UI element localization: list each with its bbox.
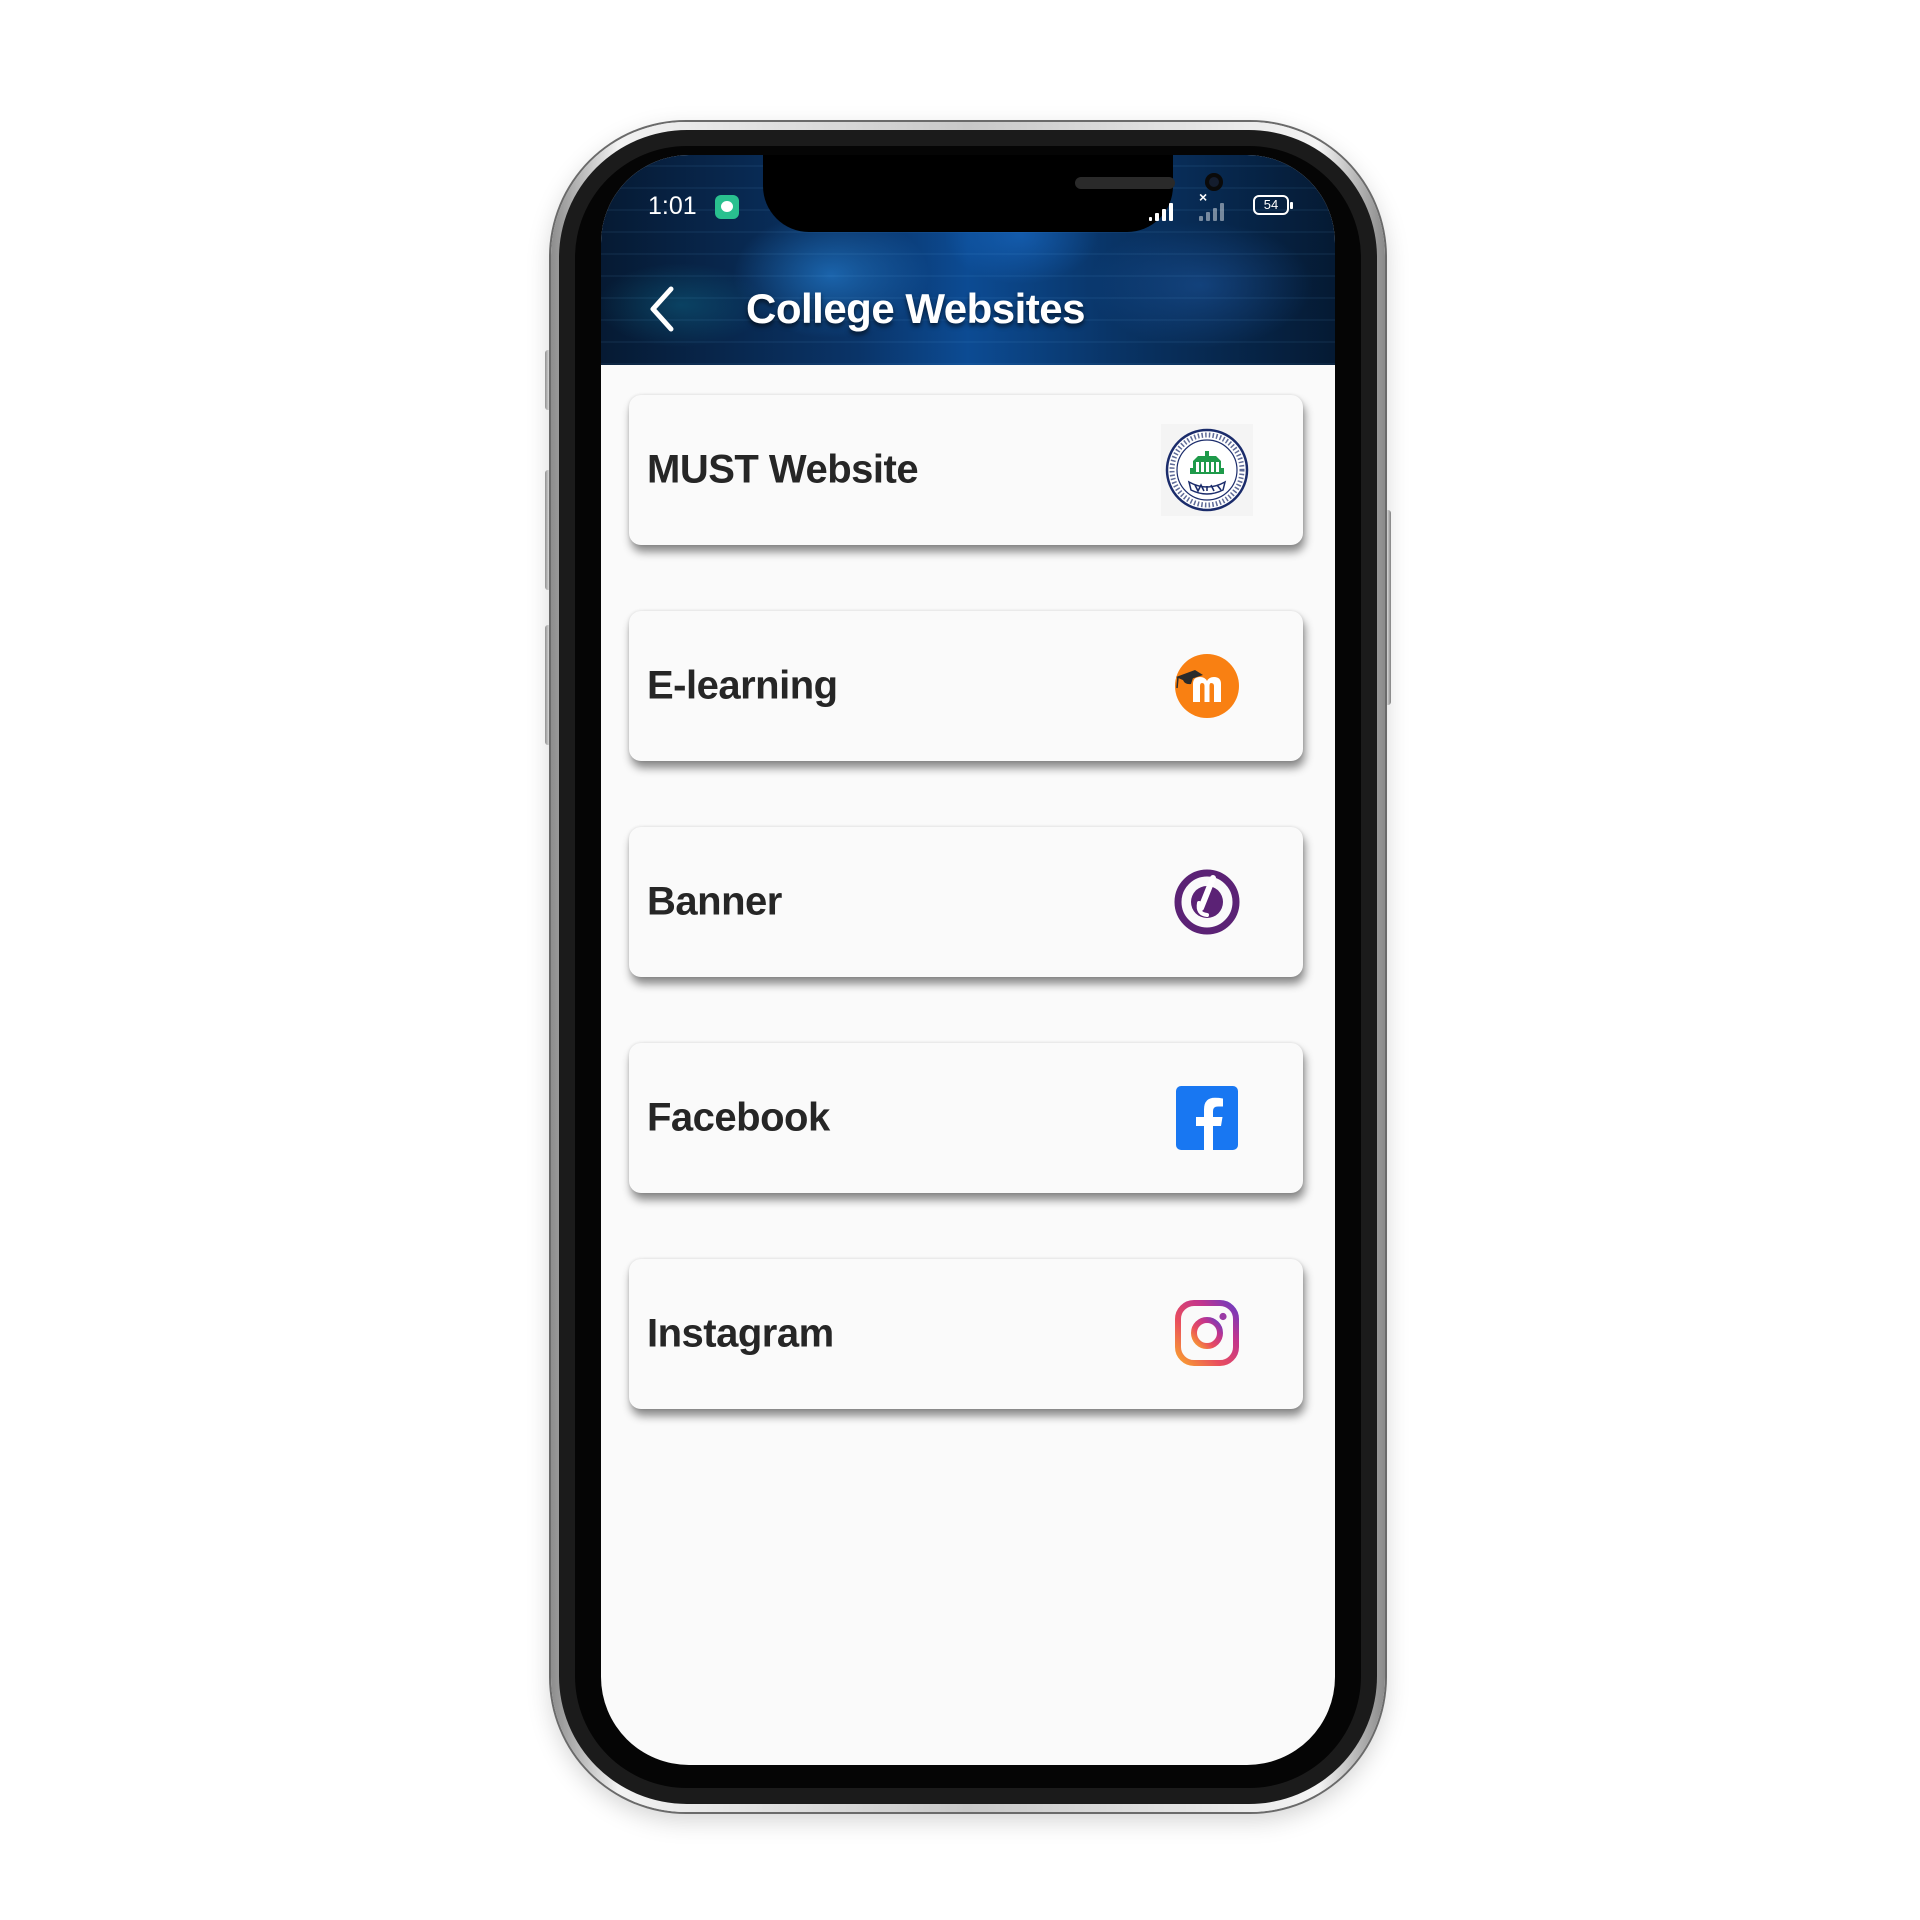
- earpiece-speaker: [1075, 177, 1175, 189]
- instagram-icon: [1175, 1300, 1239, 1366]
- back-button[interactable]: [641, 279, 685, 339]
- ellucian-banner-icon: [1174, 869, 1240, 935]
- battery-icon: 54: [1253, 195, 1293, 215]
- card-label: Instagram: [647, 1311, 834, 1356]
- card-label: MUST Website: [647, 447, 919, 492]
- card-label: Banner: [647, 879, 782, 924]
- status-time: 1:01: [648, 192, 697, 220]
- signal-icon: [1149, 203, 1173, 221]
- must-logo-icon: [1161, 424, 1253, 516]
- app-header: 1:01 × 54 College Websites: [601, 155, 1335, 365]
- card-label: Facebook: [647, 1095, 830, 1140]
- link-list: MUST Website E-learning Banner Facebook …: [629, 395, 1303, 1475]
- notch: [763, 155, 1223, 232]
- signal-2-icon: [1199, 203, 1224, 221]
- facebook-icon: [1176, 1086, 1238, 1150]
- stage: 1:01 × 54 College Websites MUST Website …: [0, 0, 1920, 1920]
- must-website-card[interactable]: MUST Website: [629, 395, 1303, 545]
- banner-card[interactable]: Banner: [629, 827, 1303, 977]
- e-learning-card[interactable]: E-learning: [629, 611, 1303, 761]
- chevron-left-icon: [650, 286, 674, 332]
- card-label: E-learning: [647, 663, 838, 708]
- status-indicators: × 54: [1149, 189, 1293, 221]
- moodle-icon: [1175, 654, 1239, 718]
- facebook-card[interactable]: Facebook: [629, 1043, 1303, 1193]
- page-title: College Websites: [746, 285, 1086, 332]
- phone-screen: 1:01 × 54 College Websites MUST Website …: [601, 155, 1335, 1765]
- instagram-card[interactable]: Instagram: [629, 1259, 1303, 1409]
- front-camera: [1205, 173, 1223, 191]
- notification-app-icon: [715, 195, 739, 219]
